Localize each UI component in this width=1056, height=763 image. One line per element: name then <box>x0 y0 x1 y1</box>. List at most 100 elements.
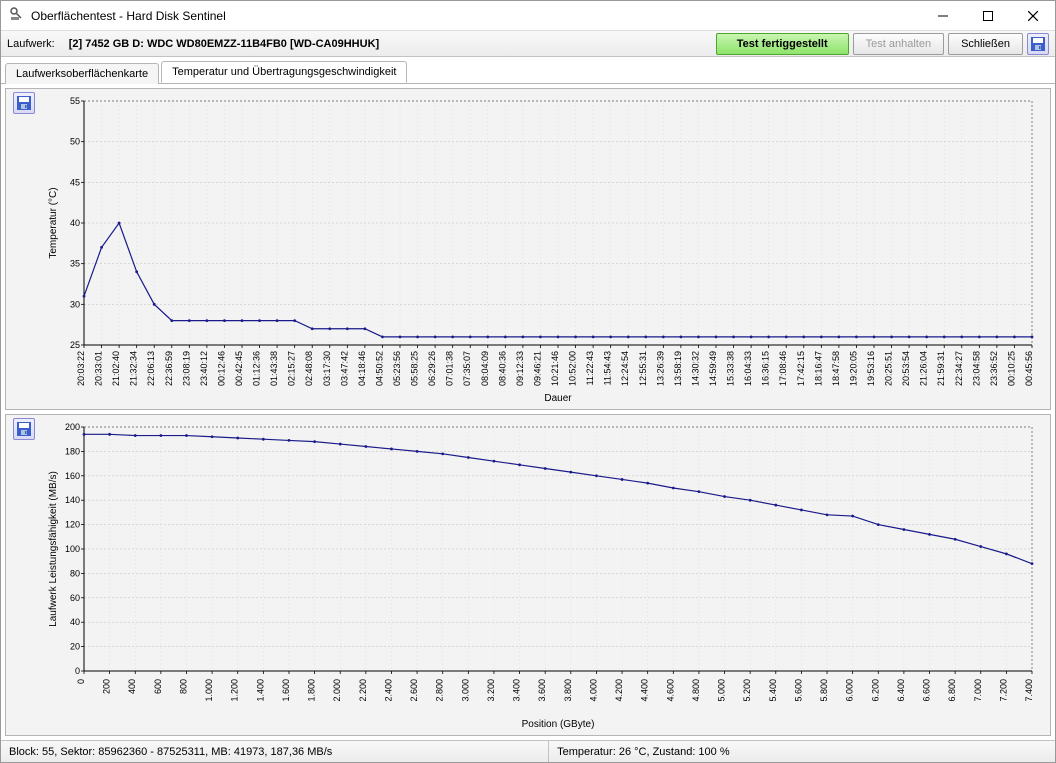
temperature-chart-panel: 2530354045505520:03:2220:33:0121:02:4021… <box>5 88 1051 410</box>
svg-text:00:45:56: 00:45:56 <box>1024 351 1034 386</box>
svg-text:18:16:47: 18:16:47 <box>813 351 823 386</box>
svg-text:20:25:51: 20:25:51 <box>884 351 894 386</box>
svg-text:17:08:46: 17:08:46 <box>778 351 788 386</box>
svg-text:Dauer: Dauer <box>544 393 572 404</box>
svg-text:3.200: 3.200 <box>486 679 496 702</box>
svg-text:13:26:39: 13:26:39 <box>655 351 665 386</box>
svg-text:22:36:59: 22:36:59 <box>164 351 174 386</box>
svg-text:35: 35 <box>70 259 80 269</box>
svg-text:Position (GByte): Position (GByte) <box>522 719 595 730</box>
speed-chart-panel: 0204060801001201401601802000200400600800… <box>5 414 1051 736</box>
svg-text:08:04:09: 08:04:09 <box>480 351 490 386</box>
svg-text:15:33:38: 15:33:38 <box>726 351 736 386</box>
svg-text:1.200: 1.200 <box>230 679 240 702</box>
svg-text:1.400: 1.400 <box>255 679 265 702</box>
svg-text:6.000: 6.000 <box>845 679 855 702</box>
svg-text:00:12:46: 00:12:46 <box>216 351 226 386</box>
save-toolbar-button[interactable] <box>1027 33 1049 55</box>
svg-text:23:04:58: 23:04:58 <box>971 351 981 386</box>
titlebar: Oberflächentest - Hard Disk Sentinel <box>1 1 1055 31</box>
svg-text:12:24:54: 12:24:54 <box>620 351 630 386</box>
svg-text:3.000: 3.000 <box>460 679 470 702</box>
maximize-button[interactable] <box>965 1 1010 30</box>
svg-text:13:58:19: 13:58:19 <box>673 351 683 386</box>
content-area: 2530354045505520:03:2220:33:0121:02:4021… <box>1 83 1055 740</box>
svg-text:17:42:15: 17:42:15 <box>796 351 806 386</box>
svg-text:4.600: 4.600 <box>665 679 675 702</box>
svg-text:1.600: 1.600 <box>281 679 291 702</box>
svg-text:08:40:36: 08:40:36 <box>497 351 507 386</box>
svg-text:1.000: 1.000 <box>204 679 214 702</box>
temperature-chart: 2530354045505520:03:2220:33:0121:02:4021… <box>44 93 1040 405</box>
close-button[interactable] <box>1010 1 1055 30</box>
stop-test-button[interactable]: Test anhalten <box>853 33 944 55</box>
svg-text:19:53:16: 19:53:16 <box>866 351 876 386</box>
svg-text:22:34:27: 22:34:27 <box>954 351 964 386</box>
svg-text:6.800: 6.800 <box>947 679 957 702</box>
svg-text:20: 20 <box>70 642 80 652</box>
app-icon <box>9 6 25 25</box>
svg-text:00:10:25: 00:10:25 <box>1006 351 1016 386</box>
svg-text:6.600: 6.600 <box>922 679 932 702</box>
close-dialog-button[interactable]: Schließen <box>948 33 1023 55</box>
status-temp-state: Temperatur: 26 °C, Zustand: 100 % <box>557 746 730 758</box>
speed-chart: 0204060801001201401601802000200400600800… <box>44 419 1040 731</box>
tab-surface-map[interactable]: Laufwerksoberflächenkarte <box>5 63 159 84</box>
svg-text:20:33:01: 20:33:01 <box>94 351 104 386</box>
svg-text:30: 30 <box>70 299 80 309</box>
svg-text:05:23:56: 05:23:56 <box>392 351 402 386</box>
svg-text:01:43:38: 01:43:38 <box>269 351 279 386</box>
svg-text:1.800: 1.800 <box>307 679 317 702</box>
svg-text:100: 100 <box>65 544 80 554</box>
svg-text:120: 120 <box>65 520 80 530</box>
svg-text:5.600: 5.600 <box>793 679 803 702</box>
minimize-button[interactable] <box>920 1 965 30</box>
svg-text:5.400: 5.400 <box>768 679 778 702</box>
svg-text:400: 400 <box>127 679 137 694</box>
svg-text:600: 600 <box>153 679 163 694</box>
svg-text:80: 80 <box>70 568 80 578</box>
svg-text:7.000: 7.000 <box>973 679 983 702</box>
svg-text:2.200: 2.200 <box>358 679 368 702</box>
svg-text:23:36:52: 23:36:52 <box>989 351 999 386</box>
svg-text:4.200: 4.200 <box>614 679 624 702</box>
svg-text:2.600: 2.600 <box>409 679 419 702</box>
svg-text:11:54:43: 11:54:43 <box>603 351 613 385</box>
svg-text:04:18:46: 04:18:46 <box>357 351 367 386</box>
test-complete-button[interactable]: Test fertiggestellt <box>716 33 849 55</box>
svg-text:21:32:34: 21:32:34 <box>129 351 139 386</box>
svg-text:06:29:26: 06:29:26 <box>427 351 437 386</box>
svg-text:03:47:42: 03:47:42 <box>339 351 349 386</box>
svg-text:22:06:13: 22:06:13 <box>146 351 156 386</box>
svg-text:40: 40 <box>70 218 80 228</box>
svg-text:Temperatur (°C): Temperatur (°C) <box>48 187 59 258</box>
svg-text:180: 180 <box>65 446 80 456</box>
svg-text:23:40:12: 23:40:12 <box>199 351 209 386</box>
save-speed-chart-button[interactable] <box>13 418 35 440</box>
svg-text:7.200: 7.200 <box>998 679 1008 702</box>
svg-text:50: 50 <box>70 137 80 147</box>
svg-text:09:46:21: 09:46:21 <box>532 351 542 386</box>
svg-text:20:53:54: 20:53:54 <box>901 351 911 386</box>
svg-text:03:17:30: 03:17:30 <box>322 351 332 386</box>
svg-text:14:59:49: 14:59:49 <box>708 351 718 386</box>
svg-text:10:21:46: 10:21:46 <box>550 351 560 386</box>
svg-text:18:47:58: 18:47:58 <box>831 351 841 386</box>
svg-text:5.800: 5.800 <box>819 679 829 702</box>
svg-text:25: 25 <box>70 340 80 350</box>
svg-text:3.600: 3.600 <box>537 679 547 702</box>
svg-text:19:20:05: 19:20:05 <box>848 351 858 386</box>
svg-text:21:59:31: 21:59:31 <box>936 351 946 386</box>
tab-temp-speed[interactable]: Temperatur und Übertragungsgeschwindigke… <box>161 61 407 83</box>
save-temp-chart-button[interactable] <box>13 92 35 114</box>
svg-text:4.800: 4.800 <box>691 679 701 702</box>
svg-text:11:22:43: 11:22:43 <box>585 351 595 385</box>
svg-text:07:01:38: 07:01:38 <box>445 351 455 386</box>
svg-text:04:50:52: 04:50:52 <box>374 351 384 386</box>
svg-text:02:15:27: 02:15:27 <box>287 351 297 386</box>
svg-text:3.800: 3.800 <box>563 679 573 702</box>
svg-text:2.400: 2.400 <box>383 679 393 702</box>
svg-text:10:52:00: 10:52:00 <box>568 351 578 386</box>
svg-text:55: 55 <box>70 96 80 106</box>
svg-text:140: 140 <box>65 495 80 505</box>
